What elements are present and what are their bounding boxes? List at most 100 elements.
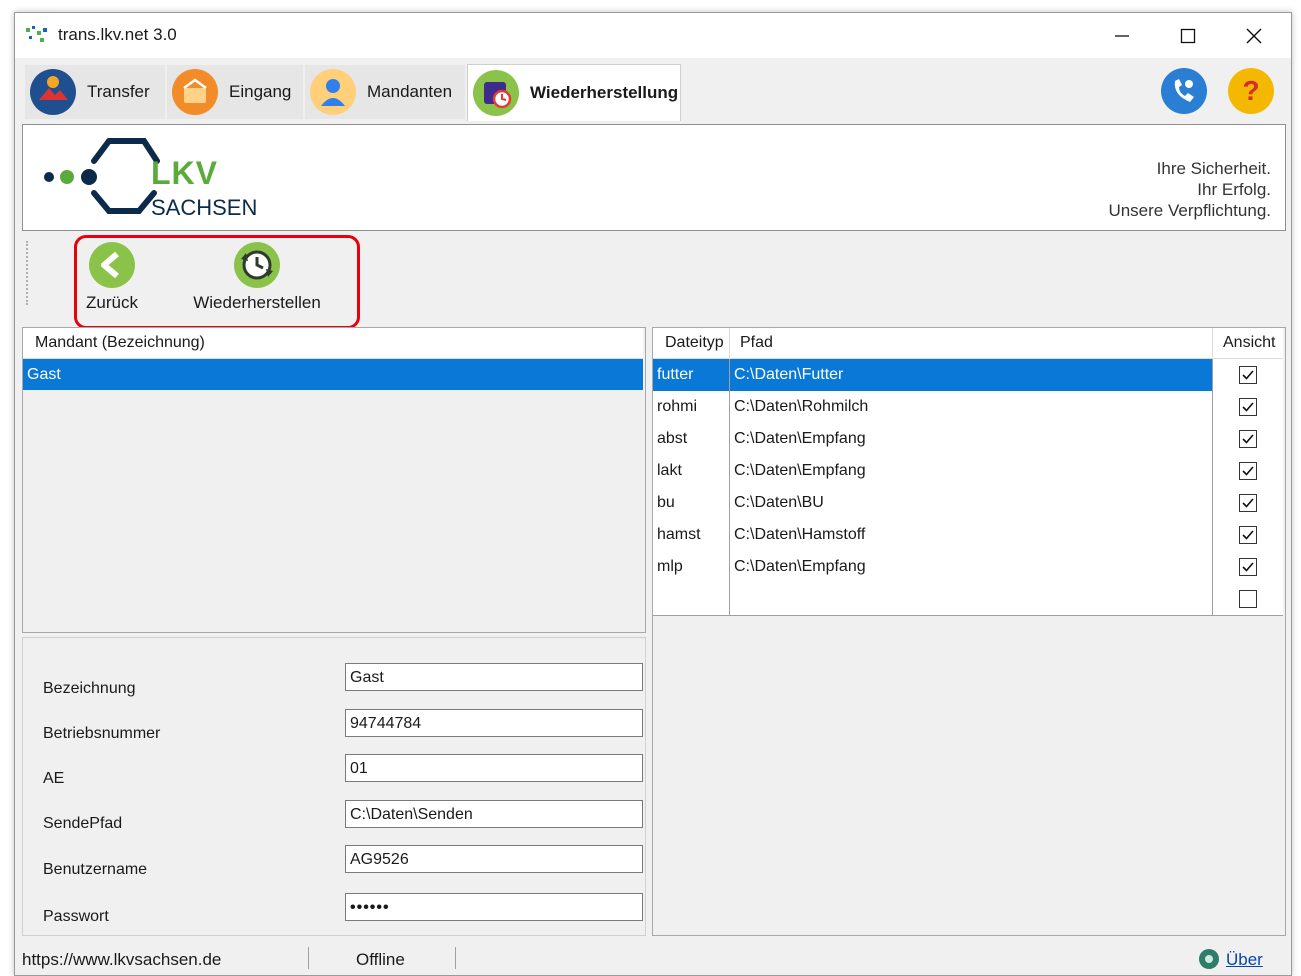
user-icon — [310, 69, 356, 115]
mandant-list-header[interactable]: Mandant (Bezeichnung) — [23, 328, 643, 359]
app-window: trans.lkv.net 3.0 Transfer Eingang Manda… — [14, 12, 1292, 976]
benutzername-field[interactable]: AG9526 — [345, 845, 643, 873]
file-type-table: Dateityp Pfad Ansicht futter C:\Daten\Fut… — [652, 327, 1286, 936]
table-row[interactable]: lakt C:\Daten\Empfang — [653, 455, 1283, 488]
mandant-detail-form: Bezeichnung Gast Betriebsnummer 94744784… — [22, 637, 646, 936]
column-header-pfad[interactable]: Pfad — [730, 328, 1213, 358]
info-gear-icon — [1199, 949, 1219, 969]
status-url[interactable]: https://www.lkvsachsen.de — [22, 950, 221, 970]
tagline: Ihre Sicherheit. Ihr Erfolg. Unsere Verp… — [1108, 158, 1271, 221]
dateityp-cell[interactable]: bu — [653, 487, 730, 519]
betriebsnummer-field[interactable]: 94744784 — [345, 709, 643, 737]
title-bar[interactable]: trans.lkv.net 3.0 — [15, 13, 1291, 58]
table-row[interactable]: abst C:\Daten\Empfang — [653, 423, 1283, 456]
dateityp-cell[interactable]: lakt — [653, 455, 730, 487]
toolbar-grip[interactable] — [26, 241, 30, 305]
ansicht-cell — [1213, 423, 1283, 455]
checkmark-icon — [1242, 466, 1254, 476]
column-header-ansicht[interactable]: Ansicht — [1213, 328, 1283, 358]
tab-eingang[interactable]: Eingang — [167, 65, 303, 119]
mandant-list: Mandant (Bezeichnung) Gast — [22, 327, 646, 633]
dateityp-cell[interactable]: mlp — [653, 551, 730, 583]
checkmark-icon — [1242, 434, 1254, 444]
dateityp-cell[interactable] — [653, 583, 730, 615]
status-separator — [455, 947, 456, 969]
highlight-box — [74, 235, 360, 329]
pfad-cell[interactable]: C:\Daten\BU — [730, 487, 1213, 519]
dateityp-cell[interactable]: futter — [653, 359, 730, 391]
help-icon[interactable]: ? — [1227, 67, 1275, 115]
ansicht-cell — [1213, 487, 1283, 519]
checkmark-icon — [1242, 562, 1254, 572]
pfad-cell[interactable]: C:\Daten\Rohmilch — [730, 391, 1213, 423]
sendepfad-field[interactable]: C:\Daten\Senden — [345, 800, 643, 828]
checked-checkbox[interactable] — [1239, 366, 1257, 384]
column-header[interactable]: Mandant (Bezeichnung) — [23, 328, 643, 358]
table-row[interactable]: bu C:\Daten\BU — [653, 487, 1283, 520]
table-row[interactable]: mlp C:\Daten\Empfang — [653, 551, 1283, 584]
table-row[interactable]: futter C:\Daten\Futter — [653, 359, 1283, 392]
brand-banner: LKV SACHSEN Ihre Sicherheit. Ihr Erfolg.… — [22, 124, 1286, 231]
checked-checkbox[interactable] — [1239, 494, 1257, 512]
status-separator — [308, 947, 309, 969]
pfad-cell[interactable]: C:\Daten\Empfang — [730, 423, 1213, 455]
about-link[interactable]: Über — [1226, 950, 1263, 970]
pfad-cell[interactable]: C:\Daten\Empfang — [730, 551, 1213, 583]
ae-field[interactable]: 01 — [345, 754, 643, 782]
close-button[interactable] — [1223, 13, 1285, 58]
tagline-line: Unsere Verpflichtung. — [1108, 201, 1271, 220]
ansicht-cell — [1213, 519, 1283, 551]
field-label: Passwort — [43, 908, 109, 925]
tab-label: Wiederherstellung — [530, 83, 679, 102]
maximize-button[interactable] — [1157, 13, 1219, 58]
tagline-line: Ihre Sicherheit. — [1156, 159, 1271, 178]
column-header-dateityp[interactable]: Dateityp — [653, 328, 730, 358]
checked-checkbox[interactable] — [1239, 398, 1257, 416]
minimize-icon — [1115, 34, 1129, 37]
pfad-cell[interactable]: C:\Daten\Empfang — [730, 455, 1213, 487]
tab-label: Eingang — [229, 82, 292, 101]
field-label: Betriebsnummer — [43, 725, 161, 742]
tagline-line: Ihr Erfolg. — [1197, 180, 1271, 199]
bezeichnung-field[interactable]: Gast — [345, 663, 643, 691]
dateityp-cell[interactable]: rohmi — [653, 391, 730, 423]
close-icon — [1246, 28, 1262, 43]
status-bar: https://www.lkvsachsen.de Offline Über — [15, 943, 1291, 975]
tab-transfer[interactable]: Transfer — [25, 65, 165, 119]
tab-bar: Transfer Eingang Mandanten Wiederherstel… — [15, 58, 1291, 124]
dateityp-cell[interactable]: abst — [653, 423, 730, 455]
pfad-cell[interactable] — [730, 583, 1213, 615]
maximize-icon — [1180, 28, 1196, 43]
checked-checkbox[interactable] — [1239, 558, 1257, 576]
list-item[interactable]: Gast — [23, 359, 643, 390]
pfad-cell[interactable]: C:\Daten\Futter — [730, 359, 1213, 391]
pfad-cell[interactable]: C:\Daten\Hamstoff — [730, 519, 1213, 551]
tab-label: Mandanten — [367, 82, 453, 101]
restore-icon — [473, 70, 519, 116]
unchecked-checkbox[interactable] — [1239, 590, 1257, 608]
checked-checkbox[interactable] — [1239, 462, 1257, 480]
checked-checkbox[interactable] — [1239, 430, 1257, 448]
dateityp-cell[interactable]: hamst — [653, 519, 730, 551]
mandant-name: Gast — [27, 365, 61, 383]
ansicht-cell — [1213, 455, 1283, 487]
minimize-button[interactable] — [1091, 13, 1153, 58]
phone-support-icon[interactable] — [1160, 67, 1208, 115]
tab-wiederherstellung[interactable]: Wiederherstellung — [467, 64, 681, 121]
app-icon — [26, 26, 47, 42]
field-label: Benutzername — [43, 861, 148, 878]
table-row[interactable]: rohmi C:\Daten\Rohmilch — [653, 391, 1283, 424]
checked-checkbox[interactable] — [1239, 526, 1257, 544]
tab-label: Transfer — [87, 82, 150, 101]
transfer-icon — [30, 69, 76, 115]
field-label: AE — [43, 770, 65, 787]
svg-text:?: ? — [1242, 75, 1259, 106]
tab-mandanten[interactable]: Mandanten — [305, 65, 465, 119]
password-field[interactable]: •••••• — [345, 893, 643, 921]
status-connection: Offline — [356, 950, 405, 969]
table-row[interactable] — [653, 583, 1283, 616]
window-title: trans.lkv.net 3.0 — [58, 25, 177, 44]
ansicht-cell — [1213, 391, 1283, 423]
table-row[interactable]: hamst C:\Daten\Hamstoff — [653, 519, 1283, 552]
checkmark-icon — [1242, 498, 1254, 508]
